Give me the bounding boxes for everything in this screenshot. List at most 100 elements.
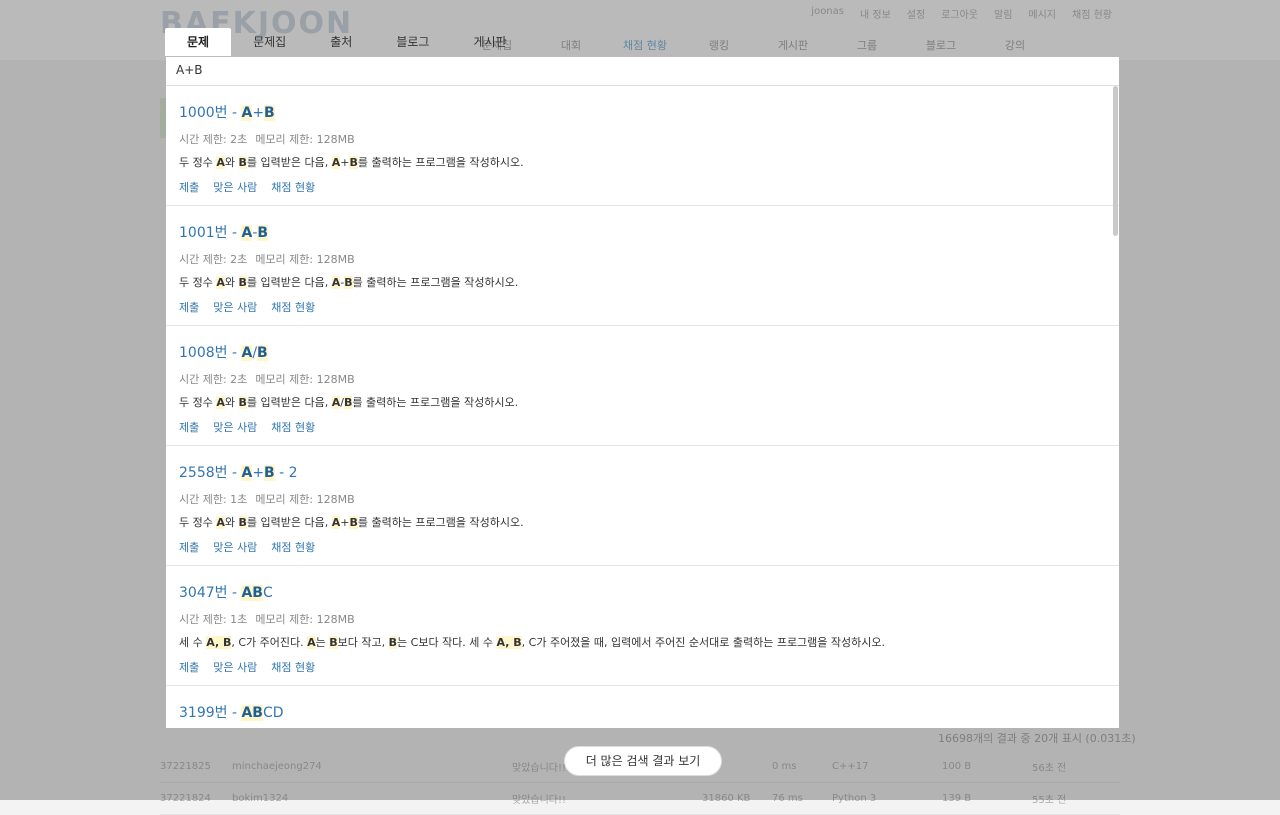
tab-board[interactable]: 게시판 bbox=[451, 28, 528, 56]
description-text: 와 bbox=[224, 516, 239, 529]
judge-status-link[interactable]: 채점 현황 bbox=[271, 181, 315, 194]
highlight-text: B bbox=[349, 156, 358, 169]
result-description: 두 정수 A와 B를 입력받은 다음, A/B를 출력하는 프로그램을 작성하시… bbox=[179, 394, 1106, 411]
result-item: 1008번 - A/B 시간 제한: 2초 메모리 제한: 128MB 두 정수 A와… bbox=[166, 326, 1119, 446]
result-links: 제출 맞은 사람 채점 현황 bbox=[179, 659, 1106, 675]
highlight-text: A bbox=[216, 516, 225, 529]
memory-limit: 메모리 제한: 128MB bbox=[255, 133, 355, 146]
solved-users-link[interactable]: 맞은 사람 bbox=[213, 421, 257, 434]
solved-users-link[interactable]: 맞은 사람 bbox=[213, 661, 257, 674]
tab-blog[interactable]: 블로그 bbox=[374, 28, 451, 56]
more-results-button[interactable]: 더 많은 검색 결과 보기 bbox=[564, 746, 722, 776]
search-input[interactable] bbox=[166, 57, 1106, 83]
result-problem-id: 3199번 - bbox=[179, 705, 242, 721]
highlight-text: A bbox=[216, 396, 225, 409]
result-problem-id: 1000번 - bbox=[179, 105, 242, 121]
submit-link[interactable]: 제출 bbox=[179, 181, 199, 194]
solved-users-link[interactable]: 맞은 사람 bbox=[213, 301, 257, 314]
highlight-text: B bbox=[257, 225, 269, 241]
judge-status-link[interactable]: 채점 현황 bbox=[271, 541, 315, 554]
highlight-text: A bbox=[331, 276, 341, 289]
highlight-text: A bbox=[241, 225, 253, 241]
time-limit: 시간 제한: 2초 bbox=[179, 133, 248, 146]
title-text: + bbox=[252, 105, 265, 121]
result-problem-id: 2558번 - bbox=[179, 465, 242, 481]
solved-users-link[interactable]: 맞은 사람 bbox=[213, 181, 257, 194]
result-item: 1000번 - A+B 시간 제한: 2초 메모리 제한: 128MB 두 정수 A와… bbox=[166, 86, 1119, 206]
result-title-link[interactable]: 1008번 - A/B bbox=[179, 342, 1106, 362]
highlight-text: A bbox=[331, 516, 341, 529]
highlight-text: A bbox=[307, 636, 316, 649]
result-item: 2558번 - A+B - 2 시간 제한: 1초 메모리 제한: 128MB 두 정… bbox=[166, 446, 1119, 566]
result-title-link[interactable]: 1001번 - A-B bbox=[179, 222, 1106, 242]
submit-link[interactable]: 제출 bbox=[179, 301, 199, 314]
highlight-text: B bbox=[238, 156, 247, 169]
highlight-text: A bbox=[241, 105, 253, 121]
result-limits: 시간 제한: 2초 메모리 제한: 128MB bbox=[179, 131, 1106, 147]
title-text: C bbox=[262, 585, 273, 601]
description-text: 세 수 bbox=[179, 636, 207, 649]
highlight-text: B bbox=[344, 276, 353, 289]
result-links: 제출 맞은 사람 채점 현황 bbox=[179, 419, 1106, 435]
submit-link[interactable]: 제출 bbox=[179, 541, 199, 554]
time-limit: 시간 제한: 1초 bbox=[179, 613, 248, 626]
result-title-link[interactable]: 3047번 - ABC bbox=[179, 582, 1106, 602]
result-title-link[interactable]: 3199번 - ABCD bbox=[179, 702, 1106, 722]
highlight-text: B bbox=[349, 516, 358, 529]
highlight-text: B bbox=[238, 396, 247, 409]
result-limits: 시간 제한: 2초 메모리 제한: 128MB bbox=[179, 251, 1106, 267]
results-scrollbar[interactable] bbox=[1113, 86, 1118, 236]
result-links: 제출 맞은 사람 채점 현황 bbox=[179, 299, 1106, 315]
judge-status-link[interactable]: 채점 현황 bbox=[271, 301, 315, 314]
description-text: 는 C보다 작다. 세 수 bbox=[397, 636, 497, 649]
description-text: , C가 주어진다. bbox=[231, 636, 308, 649]
result-description: 세 수 A, B, C가 주어진다. A는 B보다 작고, B는 C보다 작다.… bbox=[179, 634, 1106, 651]
memory-limit: 메모리 제한: 128MB bbox=[255, 613, 355, 626]
tab-source[interactable]: 출처 bbox=[308, 28, 374, 56]
search-results: 1000번 - A+B 시간 제한: 2초 메모리 제한: 128MB 두 정수 A와… bbox=[166, 86, 1119, 728]
highlight-text: A, B bbox=[206, 636, 232, 649]
submit-link[interactable]: 제출 bbox=[179, 421, 199, 434]
result-item: 1001번 - A-B 시간 제한: 2초 메모리 제한: 128MB 두 정수 A 와… bbox=[166, 206, 1119, 326]
highlight-text: A bbox=[331, 396, 341, 409]
judge-status-link[interactable]: 채점 현황 bbox=[271, 421, 315, 434]
tab-problem[interactable]: 문제 bbox=[165, 28, 232, 56]
description-text: 를 입력받은 다음, bbox=[246, 516, 332, 529]
submit-link[interactable]: 제출 bbox=[179, 661, 199, 674]
title-text: - 2 bbox=[274, 465, 298, 481]
highlight-text: AB bbox=[241, 705, 263, 721]
description-text: 두 정수 bbox=[179, 516, 217, 529]
result-description: 두 정수 A와 B를 입력받은 다음, A+B를 출력하는 프로그램을 작성하시… bbox=[179, 514, 1106, 531]
description-text: 와 bbox=[224, 276, 239, 289]
memory-limit: 메모리 제한: 128MB bbox=[255, 253, 355, 266]
result-links: 제출 맞은 사람 채점 현황 bbox=[179, 179, 1106, 195]
highlight-text: A bbox=[216, 156, 225, 169]
description-text: 를 출력하는 프로그램을 작성하시오. bbox=[357, 516, 524, 529]
highlight-text: A bbox=[241, 345, 253, 361]
highlight-text: A, B bbox=[496, 636, 522, 649]
time-limit: 시간 제한: 2초 bbox=[179, 253, 248, 266]
result-title-link[interactable]: 1000번 - A+B bbox=[179, 102, 1106, 122]
time-limit: 시간 제한: 1초 bbox=[179, 493, 248, 506]
title-text: CD bbox=[262, 705, 284, 721]
time-limit: 시간 제한: 2초 bbox=[179, 373, 248, 386]
highlight-text: B bbox=[264, 105, 275, 121]
description-text: 를 출력하는 프로그램을 작성하시오. bbox=[352, 396, 519, 409]
description-text: 와 bbox=[224, 156, 239, 169]
result-problem-id: 3047번 - bbox=[179, 585, 242, 601]
judge-status-link[interactable]: 채점 현황 bbox=[271, 661, 315, 674]
solved-users-link[interactable]: 맞은 사람 bbox=[213, 541, 257, 554]
result-title-link[interactable]: 2558번 - A+B - 2 bbox=[179, 462, 1106, 482]
result-list: 1000번 - A+B 시간 제한: 2초 메모리 제한: 128MB 두 정수 A와… bbox=[166, 86, 1119, 728]
description-text: 두 정수 bbox=[179, 156, 217, 169]
memory-limit: 메모리 제한: 128MB bbox=[255, 493, 355, 506]
description-text: 를 입력받은 다음, bbox=[246, 276, 332, 289]
result-limits: 시간 제한: 1초 메모리 제한: 128MB bbox=[179, 611, 1106, 627]
highlight-text: B bbox=[329, 636, 338, 649]
highlight-text: AB bbox=[241, 585, 263, 601]
result-item: 3047번 - ABC 시간 제한: 1초 메모리 제한: 128MB 세 수 A, … bbox=[166, 566, 1119, 686]
description-text: 두 정수 bbox=[179, 276, 217, 289]
result-description: 두 정수 A와 B를 입력받은 다음, A+B를 출력하는 프로그램을 작성하시… bbox=[179, 154, 1106, 171]
highlight-text: A bbox=[331, 156, 341, 169]
tab-workbook[interactable]: 문제집 bbox=[231, 28, 308, 56]
